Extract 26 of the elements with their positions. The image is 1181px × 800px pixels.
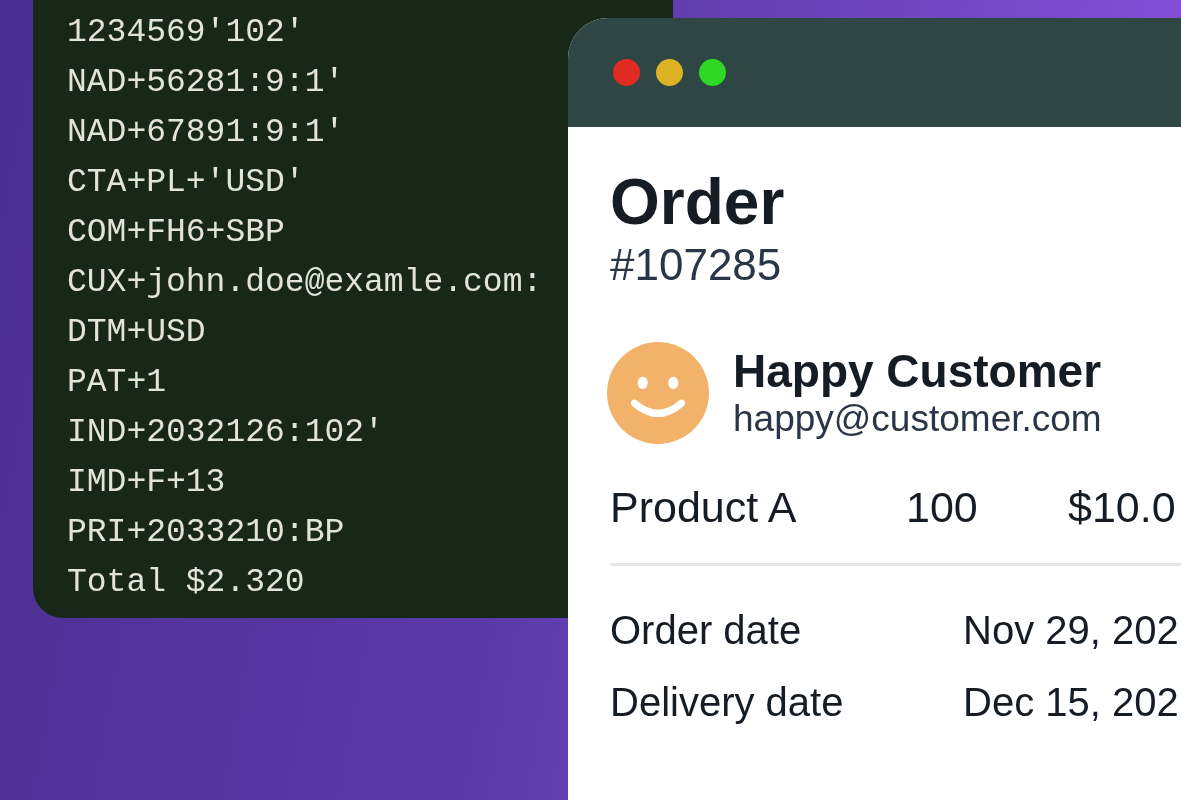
code-line: Total $2.320 <box>67 563 305 603</box>
zoom-button[interactable] <box>699 59 726 86</box>
order-number: #107285 <box>610 241 783 290</box>
detail-value: Dec 15, 202 <box>963 679 1179 727</box>
code-line: NAD+67891:9:1' <box>67 113 345 153</box>
code-line: 1234569'102' <box>67 13 305 53</box>
code-line: CUX+john.doe@examle.com: <box>67 263 543 303</box>
code-line: IMD+F+13 <box>67 463 226 503</box>
product-quantity: 100 <box>906 481 979 533</box>
customer-name: Happy Customer <box>733 345 1102 398</box>
code-line: COM+FH6+SBP <box>67 213 285 253</box>
code-line: IND+2032126:102' <box>67 413 384 453</box>
code-line: PRI+2033210:BP <box>67 513 345 553</box>
detail-label: Order date <box>610 607 803 655</box>
detail-label: Delivery date <box>610 679 845 727</box>
code-line: DTM+USD <box>67 313 206 353</box>
customer-email: happy@customer.com <box>733 397 1102 441</box>
minimize-button[interactable] <box>656 59 683 86</box>
code-line: NAD+56281:9:1' <box>67 63 345 103</box>
order-title: Order <box>610 167 786 238</box>
smiley-avatar-icon <box>607 341 709 444</box>
code-line: PAT+1 <box>67 363 167 403</box>
product-name: Product A <box>610 481 798 533</box>
code-line: CTA+PL+'USD' <box>67 163 305 203</box>
product-price: $10.0 <box>1068 481 1176 533</box>
detail-value: Nov 29, 202 <box>963 607 1179 655</box>
